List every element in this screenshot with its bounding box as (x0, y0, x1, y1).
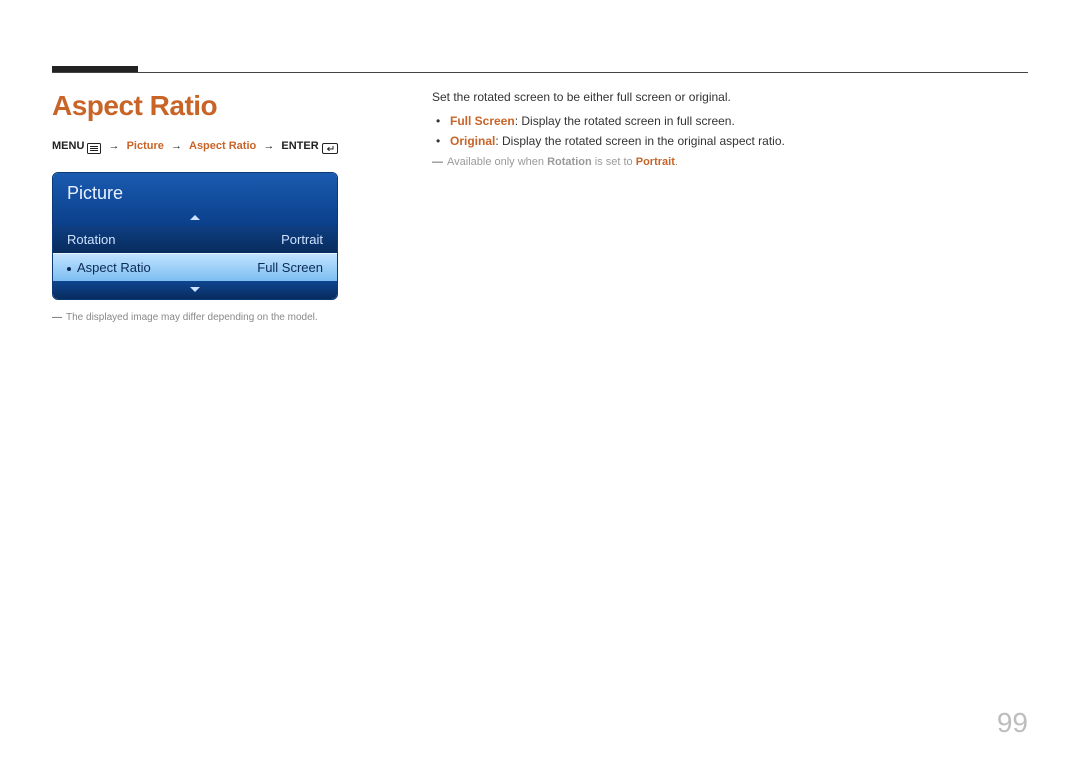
availability-note: ―Available only when Rotation is set to … (432, 156, 1028, 168)
breadcrumb-menu-label: MENU (52, 140, 84, 152)
lead-text: Set the rotated screen to be either full… (432, 90, 1028, 104)
page-number: 99 (997, 707, 1028, 739)
breadcrumb-aspect-ratio: Aspect Ratio (189, 140, 256, 152)
option-desc: : Display the rotated screen in the orig… (495, 134, 785, 148)
header-rule (52, 72, 1028, 73)
breadcrumb-arrow: → (259, 140, 278, 152)
breadcrumb-enter-label: ENTER (281, 140, 318, 152)
note-mid: is set to (592, 156, 636, 168)
osd-row-value: Full Screen (257, 260, 323, 275)
page-title: Aspect Ratio (52, 90, 352, 122)
option-list: Full Screen: Display the rotated screen … (432, 114, 1028, 148)
osd-row-label: Rotation (67, 232, 115, 247)
osd-row-label: Aspect Ratio (67, 260, 151, 275)
two-column-layout: Aspect Ratio MENU → Picture → Aspect Rat… (52, 90, 1028, 323)
manual-page: Aspect Ratio MENU → Picture → Aspect Rat… (0, 0, 1080, 763)
option-name: Original (450, 134, 495, 148)
note-rotation: Rotation (547, 156, 592, 168)
menu-icon (87, 142, 101, 154)
osd-row-value: Portrait (281, 232, 323, 247)
osd-row-label-text: Aspect Ratio (77, 260, 151, 275)
osd-header: Picture (53, 173, 337, 226)
osd-row-aspect-ratio: Aspect Ratio Full Screen (53, 253, 337, 281)
osd-title: Picture (67, 183, 123, 203)
left-column: Aspect Ratio MENU → Picture → Aspect Rat… (52, 90, 352, 323)
osd-row-rotation: Rotation Portrait (53, 226, 337, 253)
note-suffix: . (675, 156, 678, 168)
option-full-screen: Full Screen: Display the rotated screen … (450, 114, 1028, 128)
bullet-icon (67, 267, 71, 271)
caret-down-icon (190, 287, 200, 292)
breadcrumb-arrow: → (167, 140, 186, 152)
footnote-text: The displayed image may differ depending… (66, 312, 318, 323)
note-portrait: Portrait (636, 156, 675, 168)
option-name: Full Screen (450, 114, 515, 128)
note-prefix: Available only when (447, 156, 547, 168)
breadcrumb-arrow: → (105, 140, 124, 152)
note-dash-icon: ― (432, 156, 443, 168)
osd-footer (53, 281, 337, 299)
caret-up-icon (190, 215, 200, 220)
option-desc: : Display the rotated screen in full scr… (515, 114, 735, 128)
image-disclaimer: ― The displayed image may differ dependin… (52, 312, 352, 323)
enter-icon (322, 142, 338, 154)
osd-preview: Picture Rotation Portrait Aspect Ratio F… (52, 172, 338, 300)
breadcrumb: MENU → Picture → Aspect Ratio → ENTER (52, 140, 352, 154)
option-original: Original: Display the rotated screen in … (450, 134, 1028, 148)
footnote-dash-icon: ― (52, 312, 62, 323)
breadcrumb-picture: Picture (127, 140, 164, 152)
right-column: Set the rotated screen to be either full… (432, 90, 1028, 323)
